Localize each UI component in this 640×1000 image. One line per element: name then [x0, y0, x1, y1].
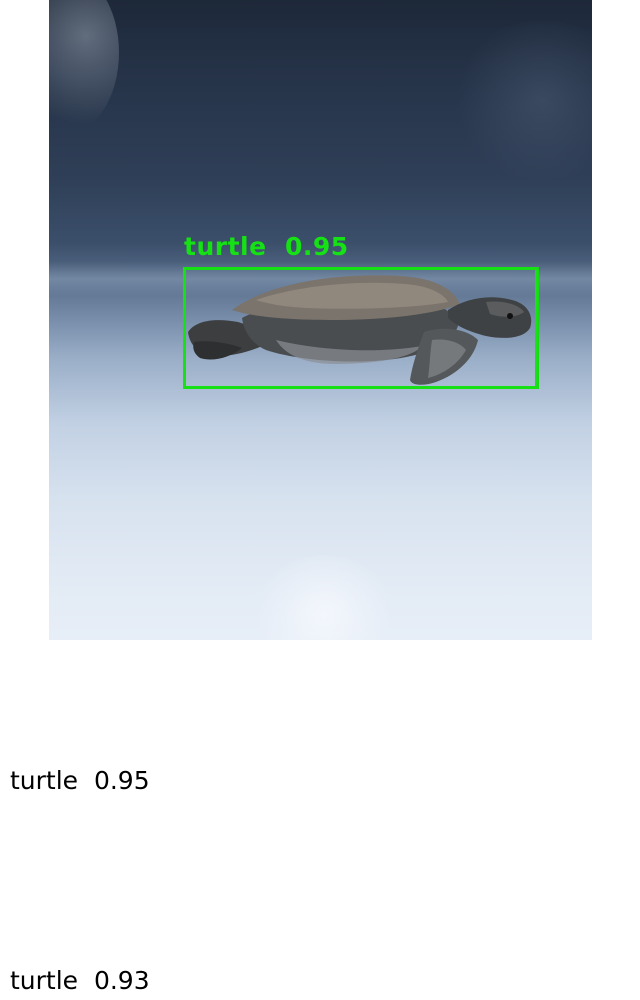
bounding-box: [183, 267, 538, 389]
result-text: turtle 0.93: [10, 966, 150, 995]
bokeh-light: [452, 20, 592, 180]
result-text: turtle 0.95: [10, 766, 150, 795]
detection-label: turtle 0.95: [184, 232, 349, 261]
detection-image: turtle 0.95: [49, 0, 592, 640]
bokeh-light: [49, 0, 119, 135]
light-glow: [249, 555, 399, 640]
